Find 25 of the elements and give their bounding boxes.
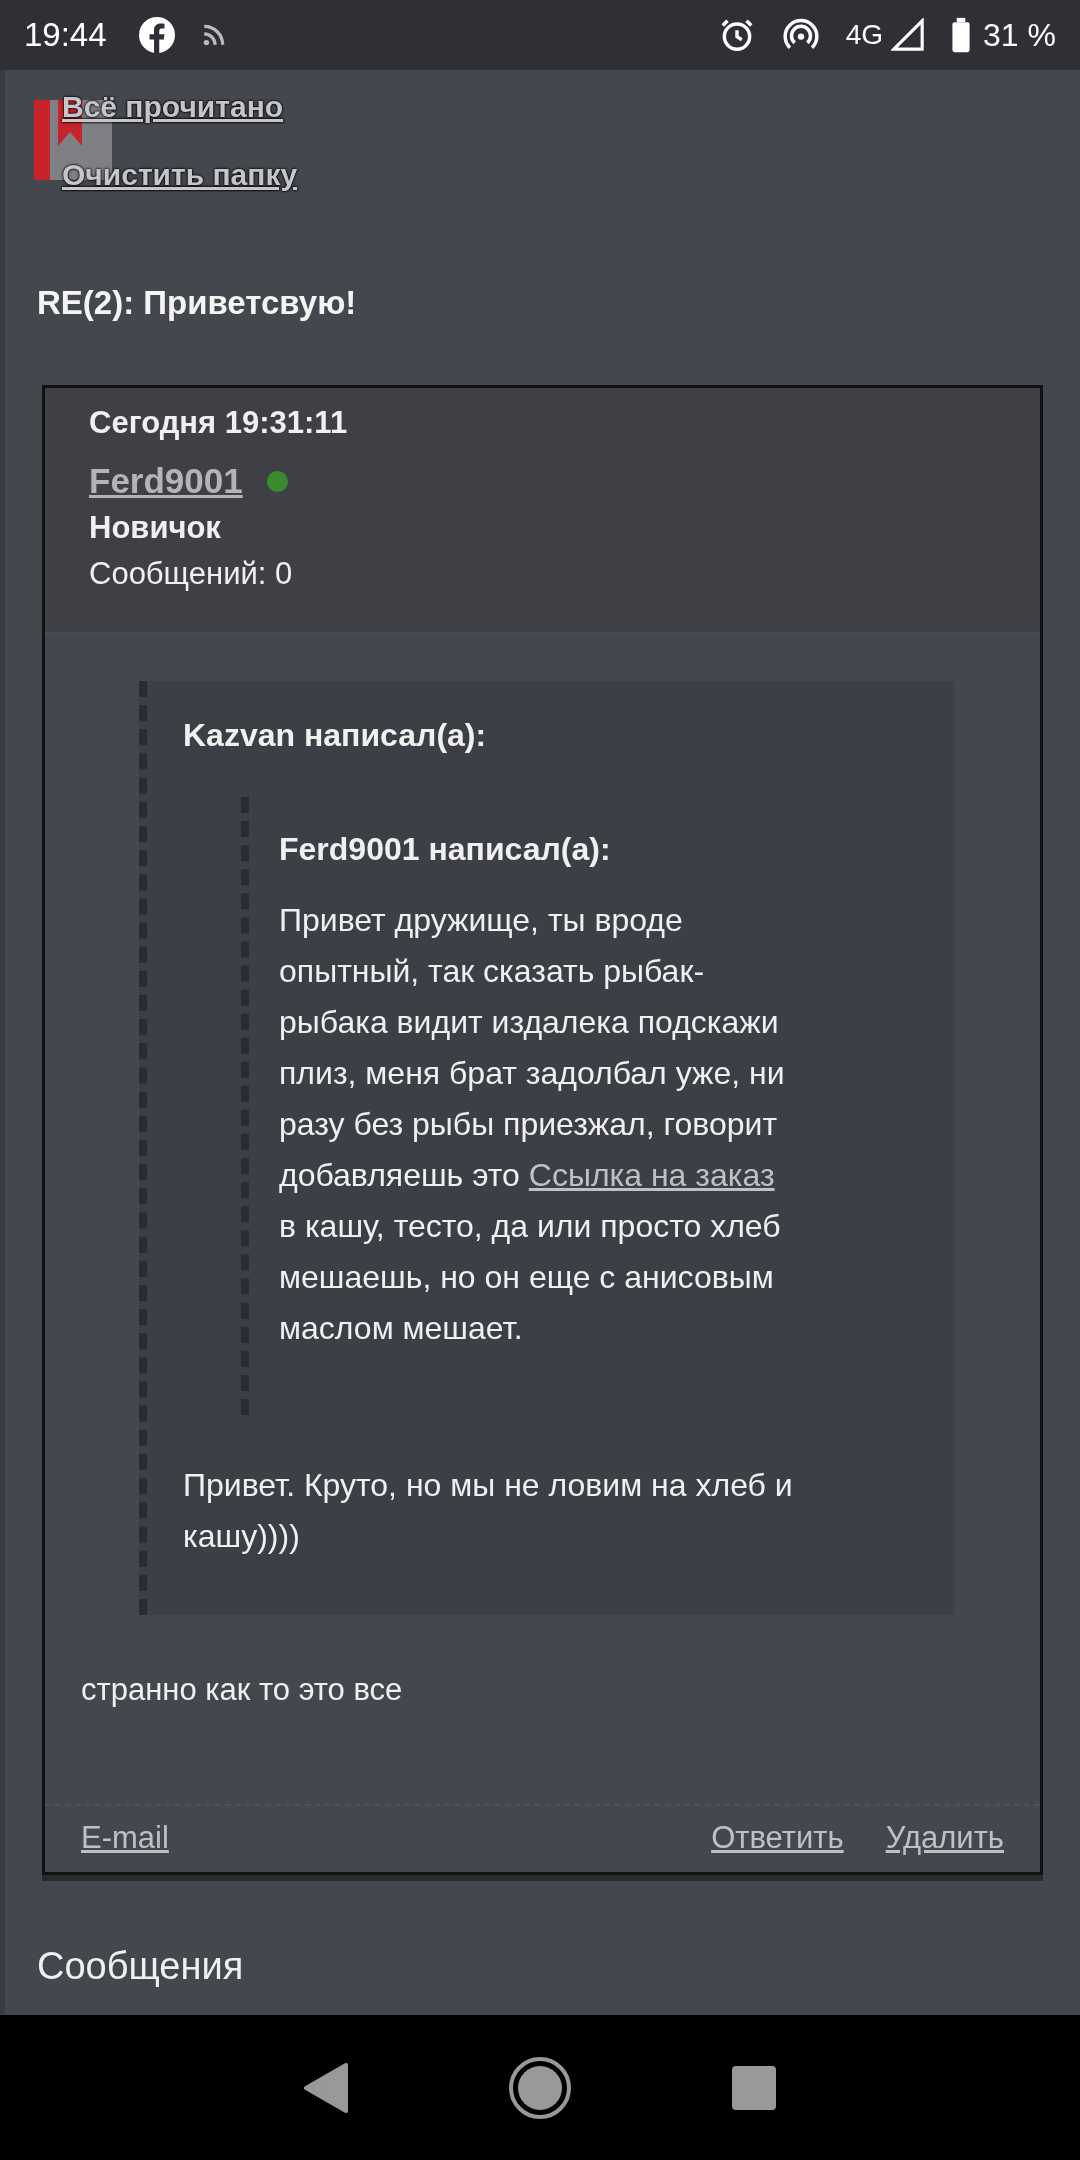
message-title: RE(2): Приветсвую! (37, 283, 358, 323)
quote-author: Ferd9001 написал(а): (279, 830, 612, 868)
recents-icon[interactable] (732, 2065, 776, 2110)
post-date: Сегодня 19:31:11 (89, 404, 349, 442)
quote-author: Kazvan написал(а): (183, 716, 488, 754)
order-link[interactable]: Ссылка на заказ (528, 1157, 775, 1193)
network-type: 4G (845, 19, 884, 51)
battery-level: 31 % (983, 16, 1056, 54)
author-link[interactable]: Ferd9001 (89, 460, 243, 502)
section-title: Сообщения (37, 1945, 245, 1988)
post-count: Сообщений: 0 (89, 555, 294, 593)
message-text: странно как то это все (81, 1671, 404, 1709)
quote-text: Привет. Круто, но мы не ловим на хлеб и кашу)))) (183, 1466, 794, 1556)
folder-link[interactable]: Очистить папку (62, 155, 298, 195)
facebook-icon (138, 17, 175, 53)
user-rank: Новичок (89, 509, 222, 547)
back-icon[interactable] (304, 2062, 348, 2113)
reply-link[interactable]: Ответить (711, 1820, 844, 1856)
quote-text: Привет дружище, ты вроде опытный, так сказать рыбак-рыбака видит издалека подскажи плиз, меня брат задолбал уже, ни разу без рыбы приезжал, говорит добавляешь это Ссылка на заказ в кашу, тесто, да или просто хлеб мешаешь, но он еще с анисовым маслом мешает. (279, 901, 786, 1348)
delete-link[interactable]: Удалить (885, 1820, 1004, 1856)
home-icon[interactable] (508, 2055, 572, 2120)
email-link[interactable]: E-mail (81, 1820, 169, 1856)
status-time: 19:44 (24, 16, 107, 54)
signal-icon (891, 18, 926, 52)
battery-icon (951, 17, 972, 53)
